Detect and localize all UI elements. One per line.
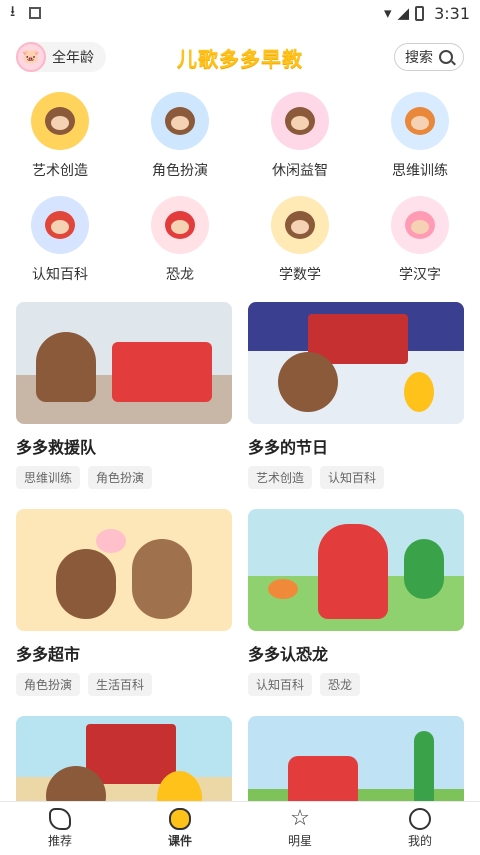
star-icon: ☆ — [290, 806, 310, 831]
course-card[interactable]: 多多救援队 思维训练 角色扮演 — [16, 302, 232, 489]
course-tags: 角色扮演 生活百科 — [16, 673, 232, 696]
chinese-icon — [391, 196, 449, 254]
pig-avatar-icon: 🐷 — [16, 42, 46, 72]
math-icon — [271, 196, 329, 254]
thinking-icon — [391, 92, 449, 150]
status-bar: ⭳ ▾ ◢ 3:31 — [0, 0, 480, 26]
octopus-icon — [31, 196, 89, 254]
dinosaur-icon — [151, 196, 209, 254]
course-tags: 思维训练 角色扮演 — [16, 466, 232, 489]
course-tag: 艺术创造 — [248, 466, 313, 489]
course-card[interactable]: 多多的节日 艺术创造 认知百科 — [248, 302, 464, 489]
course-title: 多多认恐龙 — [248, 645, 329, 664]
course-card[interactable]: 多多超市 角色扮演 生活百科 — [16, 509, 232, 696]
category-encyclopedia[interactable]: 认知百科 — [0, 192, 120, 284]
search-button[interactable]: 搜索 — [394, 43, 464, 71]
course-thumbnail — [16, 509, 232, 631]
header: 🐷 全年龄 儿歌多多早教 搜索 — [0, 26, 480, 88]
download-icon: ⭳ — [10, 1, 16, 20]
course-thumbnail — [16, 302, 232, 424]
category-chinese[interactable]: 学汉字 — [360, 192, 480, 284]
roleplay-icon — [151, 92, 209, 150]
course-title: 多多超市 — [16, 645, 81, 664]
course-tag: 角色扮演 — [88, 466, 153, 489]
course-card[interactable]: 多多认恐龙 认知百科 恐龙 — [248, 509, 464, 696]
course-title: 多多救援队 — [16, 438, 97, 457]
course-tag: 生活百科 — [88, 673, 153, 696]
category-label: 角色扮演 — [152, 163, 208, 179]
puzzle-icon — [271, 92, 329, 150]
course-tag: 角色扮演 — [16, 673, 81, 696]
category-label: 休闲益智 — [272, 163, 328, 179]
category-label: 恐龙 — [166, 267, 194, 283]
category-label: 思维训练 — [392, 163, 448, 179]
category-label: 学数学 — [279, 267, 321, 283]
category-roleplay[interactable]: 角色扮演 — [120, 88, 240, 180]
course-tag: 思维训练 — [16, 466, 81, 489]
course-thumbnail — [248, 302, 464, 424]
status-time: 3:31 — [434, 3, 470, 23]
nav-label: 课件 — [167, 834, 192, 848]
course-tag: 认知百科 — [320, 466, 385, 489]
search-icon — [439, 50, 453, 64]
nav-label: 明星 — [287, 834, 312, 848]
course-tags: 认知百科 恐龙 — [248, 673, 464, 696]
course-title: 多多的节日 — [248, 438, 329, 457]
age-label: 全年龄 — [52, 50, 94, 66]
course-tags: 艺术创造 认知百科 — [248, 466, 464, 489]
course-thumbnail — [248, 509, 464, 631]
bottom-nav: 推荐 课件 ☆ 明星 我的 — [0, 801, 480, 855]
category-art[interactable]: 艺术创造 — [0, 88, 120, 180]
category-label: 认知百科 — [32, 267, 88, 283]
course-grid: 多多救援队 思维训练 角色扮演 多多的节日 艺术创造 认知百科 多多超市 角色扮… — [0, 302, 480, 838]
nav-label: 我的 — [407, 834, 432, 848]
nav-label: 推荐 — [47, 834, 72, 848]
signal-icon: ◢ — [397, 4, 410, 22]
category-thinking[interactable]: 思维训练 — [360, 88, 480, 180]
category-math[interactable]: 学数学 — [240, 192, 360, 284]
nav-courses[interactable]: 课件 — [120, 802, 240, 855]
brand-logo: 儿歌多多早教 — [177, 46, 303, 71]
category-label: 艺术创造 — [32, 163, 88, 179]
wifi-icon: ▾ — [383, 4, 392, 22]
age-selector[interactable]: 🐷 全年龄 — [16, 42, 106, 72]
category-puzzle[interactable]: 休闲益智 — [240, 88, 360, 180]
search-label: 搜索 — [405, 50, 433, 66]
nav-stars[interactable]: ☆ 明星 — [240, 802, 360, 855]
profile-icon — [409, 808, 431, 830]
art-icon — [31, 92, 89, 150]
course-tag: 恐龙 — [320, 673, 361, 696]
nav-profile[interactable]: 我的 — [360, 802, 480, 855]
category-label: 学汉字 — [399, 267, 441, 283]
nav-recommend[interactable]: 推荐 — [0, 802, 120, 855]
recommend-icon — [49, 808, 71, 830]
app-notification-icon — [29, 7, 42, 19]
category-grid: 艺术创造 角色扮演 休闲益智 思维训练 认知百科 恐龙 学数学 学汉字 — [0, 88, 480, 284]
gamepad-icon — [169, 808, 191, 830]
category-dinosaur[interactable]: 恐龙 — [120, 192, 240, 284]
course-tag: 认知百科 — [248, 673, 313, 696]
battery-icon — [415, 5, 425, 21]
